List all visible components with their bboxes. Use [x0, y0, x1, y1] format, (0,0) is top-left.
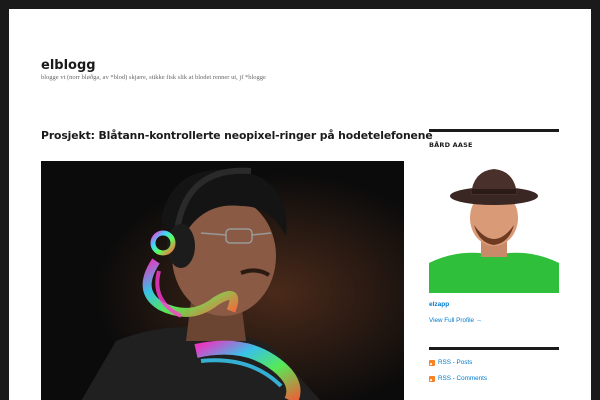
rss-posts-label: RSS - Posts	[438, 359, 473, 366]
widget-divider	[429, 347, 559, 350]
rss-comments-link[interactable]: RSS - Comments	[429, 375, 559, 382]
featured-photo	[41, 161, 404, 400]
rss-comments-label: RSS - Comments	[438, 375, 487, 382]
featured-image[interactable]	[41, 161, 404, 400]
page: elblogg blogge vt (norr bløðga, av *blod…	[9, 9, 591, 400]
profile-photo	[429, 163, 559, 293]
view-profile-link[interactable]: View Full Profile →	[429, 317, 559, 324]
rss-icon	[429, 359, 435, 366]
site-title[interactable]: elblogg	[41, 58, 96, 73]
profile-avatar[interactable]	[429, 163, 559, 293]
sidebar: BÅRD AASE elzapp View Full Profile → RSS…	[429, 129, 559, 382]
widget-divider	[429, 129, 559, 132]
widget-title: BÅRD AASE	[429, 141, 473, 149]
profile-name[interactable]: elzapp	[429, 301, 559, 308]
rss-icon	[429, 375, 435, 382]
post-title[interactable]: Prosjekt: Blåtann-kontrollerte neopixel-…	[41, 129, 433, 142]
rss-posts-link[interactable]: RSS - Posts	[429, 359, 559, 366]
site-tagline: blogge vt (norr bløðga, av *blod) skjære…	[41, 74, 266, 81]
